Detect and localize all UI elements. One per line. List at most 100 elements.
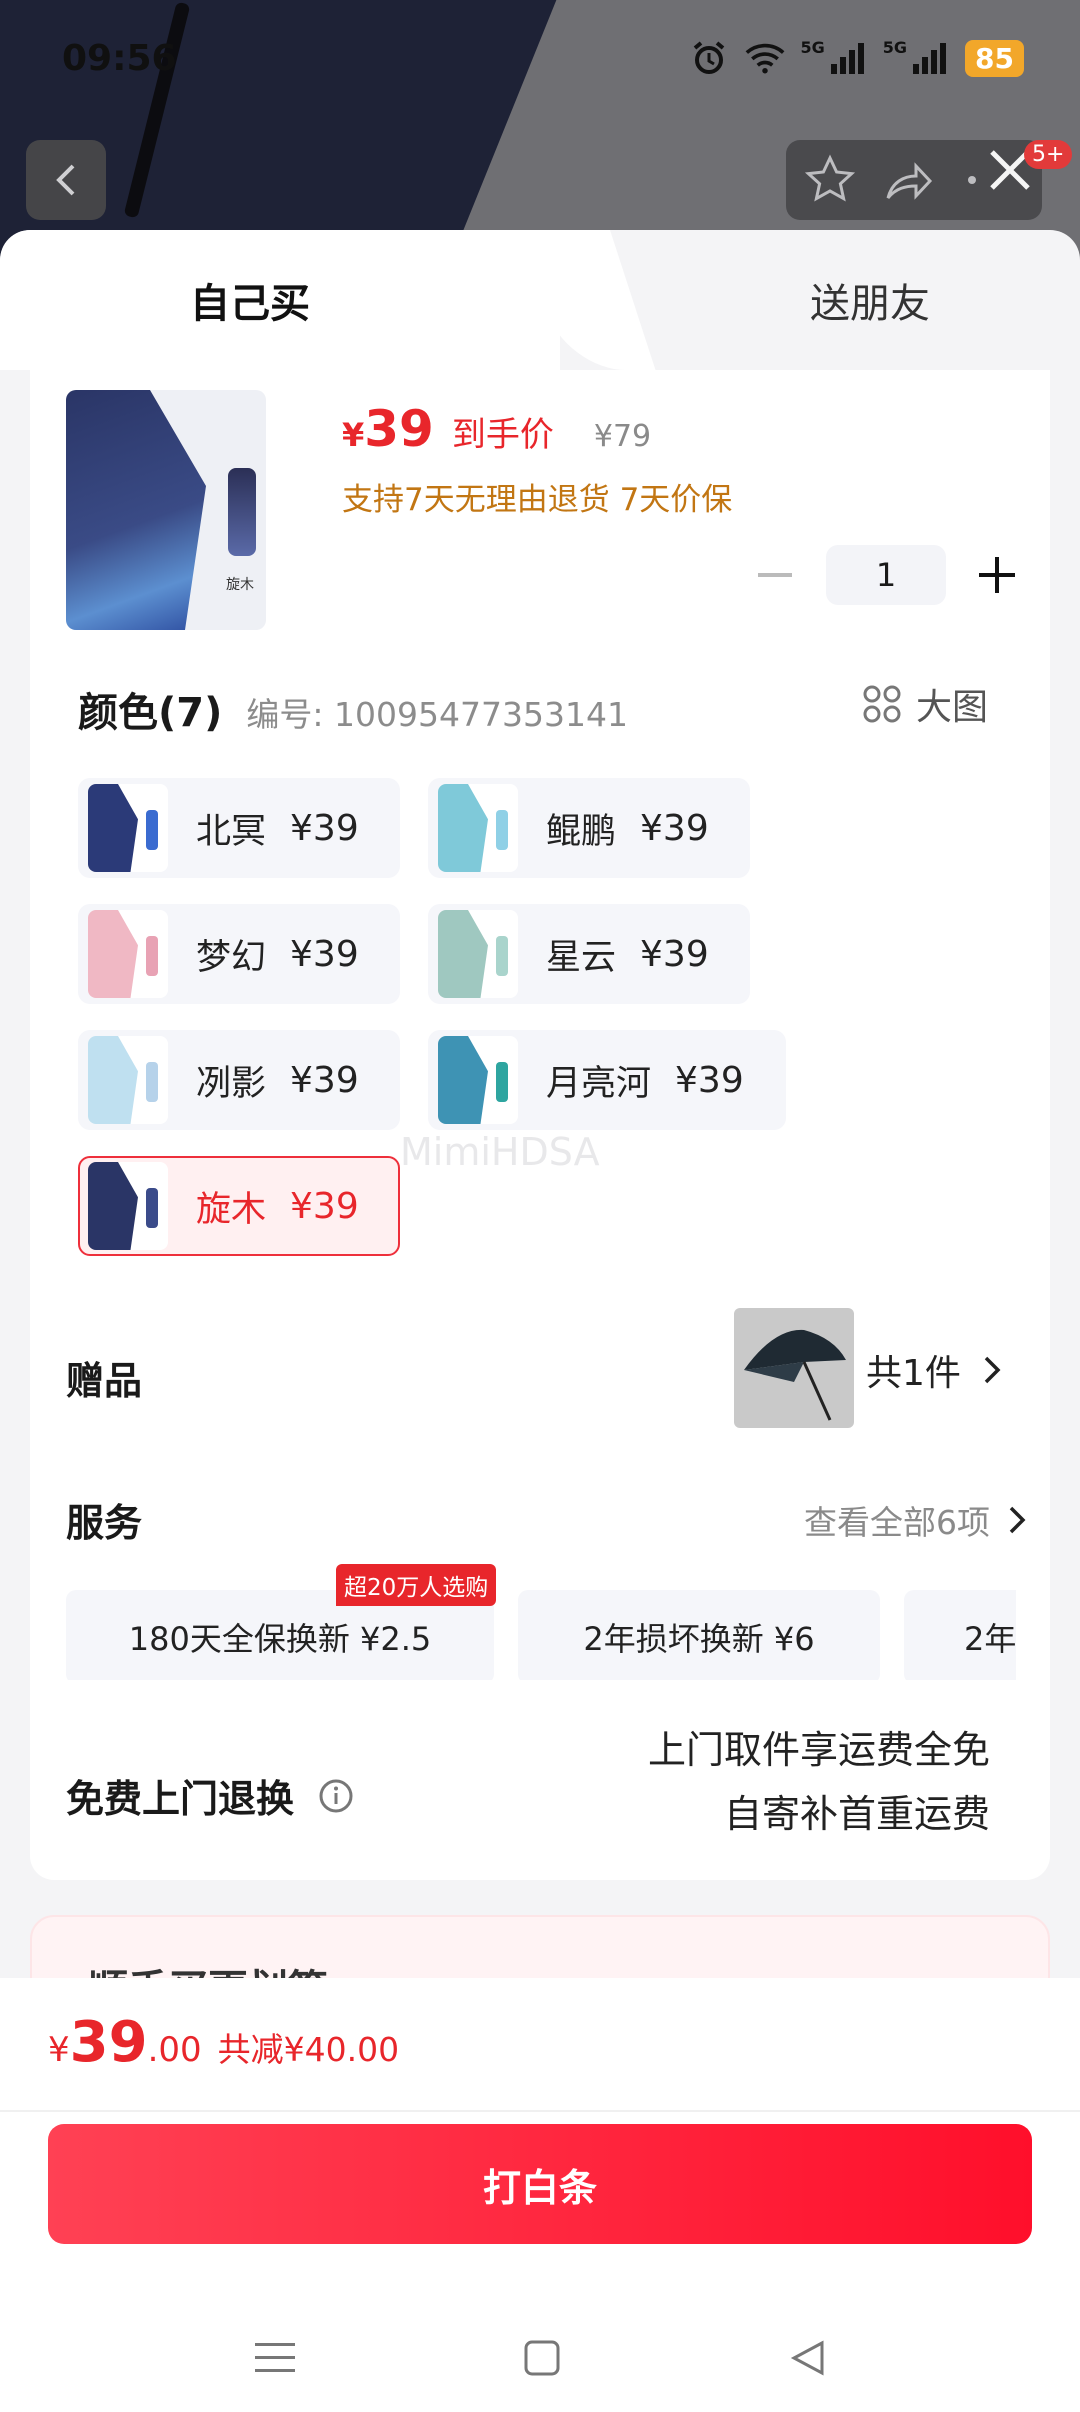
- color-option-label: 冽影: [196, 1063, 267, 1104]
- color-thumbnail: [438, 784, 518, 872]
- big-image-label: 大图: [916, 687, 989, 728]
- favorite-button[interactable]: [800, 150, 860, 210]
- status-time: 09:56: [62, 38, 177, 79]
- product-umbrella-closed: [228, 468, 256, 556]
- gift-title: 赠品: [66, 1359, 143, 1403]
- tab-buy-for-self[interactable]: 自己买: [0, 230, 560, 370]
- return-promise: 支持7天无理由退货 7天价保: [342, 482, 733, 518]
- system-navigation-bar: [0, 2308, 1080, 2408]
- color-option-yuelianghe[interactable]: 月亮河 ¥39: [428, 1030, 786, 1130]
- color-option-menghuan[interactable]: 梦幻 ¥39: [78, 904, 400, 1004]
- quantity-stepper: 1: [748, 545, 1024, 605]
- back-triangle-icon: [790, 2340, 824, 2376]
- color-thumbnail: [88, 1162, 168, 1250]
- color-option-xuanmu-selected[interactable]: 旋木 ¥39: [78, 1156, 400, 1256]
- free-return-title-group: 免费上门退换: [66, 1768, 354, 1823]
- color-option-label: 旋木: [196, 1189, 267, 1230]
- service-card-2year-partial[interactable]: 2年: [904, 1590, 1016, 1680]
- color-option-price: ¥39: [640, 807, 709, 849]
- color-section-title: 颜色(7): [78, 690, 223, 736]
- alarm-icon: [689, 38, 729, 78]
- promo-title: 顺手买更划算: [88, 1957, 328, 1980]
- color-option-price: ¥39: [290, 1185, 359, 1227]
- signal-icon-2: [909, 38, 949, 78]
- tab-gift-to-friend[interactable]: 送朋友: [560, 230, 1080, 370]
- product-image[interactable]: 旋木: [66, 390, 266, 630]
- share-button[interactable]: [878, 150, 938, 210]
- product-code: 编号: 10095477353141: [246, 695, 628, 734]
- share-icon: [886, 162, 933, 200]
- purchase-sheet: 自己买 送朋友 旋木 ¥39 到手价 ¥79 支持7天无理由退货 7天价保 1: [0, 230, 1080, 1980]
- status-bar-icons: 5G 5G 85: [689, 38, 1024, 78]
- color-option-lieying[interactable]: 冽影 ¥39: [78, 1030, 400, 1130]
- gift-row[interactable]: 赠品 共1件: [66, 1308, 1016, 1428]
- home-nav-button[interactable]: [512, 2328, 572, 2388]
- color-option-kunpeng[interactable]: 鲲鹏 ¥39: [428, 778, 750, 878]
- signal-label-1: 5G: [800, 38, 825, 57]
- total-saving: 共减¥40.00: [217, 2030, 400, 2069]
- back-nav-button[interactable]: [778, 2328, 838, 2388]
- signal-label-2: 5G: [882, 38, 908, 57]
- color-thumbnail: [88, 1036, 168, 1124]
- promo-card: 顺手买更划算: [30, 1915, 1050, 1980]
- color-option-price: ¥39: [290, 807, 359, 849]
- menu-icon: [255, 2343, 295, 2372]
- color-option-label: 鲲鹏: [546, 811, 617, 852]
- chevron-right-icon: [1009, 1506, 1026, 1534]
- service-card-2year-damage[interactable]: 2年损坏换新 ¥6: [518, 1590, 880, 1680]
- umbrella-gift-icon: [744, 1329, 846, 1421]
- view-all-services-link[interactable]: 查看全部6项: [804, 1496, 1026, 1544]
- info-icon[interactable]: [318, 1778, 354, 1814]
- service-popular-badge: 超20万人选购: [336, 1564, 497, 1606]
- color-thumbnail: [438, 910, 518, 998]
- increase-quantity-button[interactable]: [970, 548, 1024, 602]
- purchase-tabs: 自己买 送朋友: [0, 230, 1080, 370]
- tab-label: 送朋友: [810, 281, 930, 327]
- menu-nav-button[interactable]: [245, 2328, 305, 2388]
- color-option-label: 梦幻: [196, 937, 267, 978]
- price-line: ¥39 到手价 ¥79: [342, 400, 651, 458]
- product-umbrella-open: [66, 390, 206, 630]
- color-option-price: ¥39: [290, 933, 359, 975]
- free-return-info: 上门取件享运费全免 自寄补首重运费: [648, 1718, 990, 1846]
- original-price: ¥79: [593, 419, 652, 454]
- color-option-beiming[interactable]: 北冥 ¥39: [78, 778, 400, 878]
- star-icon: [804, 154, 856, 202]
- battery-level: 85: [965, 39, 1024, 77]
- color-option-price: ¥39: [640, 933, 709, 975]
- service-title: 服务: [66, 1501, 143, 1545]
- free-return-line-2: 自寄补首重运费: [723, 1792, 990, 1836]
- minus-icon: [758, 573, 792, 577]
- plus-icon: [979, 557, 1015, 593]
- color-thumbnail: [88, 910, 168, 998]
- pay-with-baitiao-button[interactable]: 打白条: [48, 2124, 1032, 2244]
- grid-icon: [863, 685, 901, 723]
- sku-card: 旋木 ¥39 到手价 ¥79 支持7天无理由退货 7天价保 1 颜色(7) 编号…: [30, 370, 1050, 1880]
- color-thumbnail: [438, 1036, 518, 1124]
- free-return-row: 免费上门退换 上门取件享运费全免 自寄补首重运费: [66, 1718, 1026, 1868]
- color-option-label: 月亮河: [546, 1063, 652, 1104]
- chevron-left-icon: [56, 164, 75, 196]
- decrease-quantity-button[interactable]: [748, 548, 802, 602]
- quantity-value[interactable]: 1: [826, 545, 946, 605]
- home-square-icon: [524, 2340, 560, 2376]
- tab-label: 自己买: [190, 281, 310, 327]
- final-price: ¥39: [342, 400, 434, 458]
- total-price: ¥ 39 .00 共减¥40.00: [48, 2010, 400, 2075]
- notification-badge: 5+: [1024, 140, 1073, 169]
- color-option-price: ¥39: [675, 1059, 744, 1101]
- big-image-button[interactable]: 大图: [862, 678, 988, 730]
- free-return-title: 免费上门退换: [66, 1777, 295, 1821]
- watermark-text: MimiHDSA: [400, 1130, 600, 1174]
- signal-icon: [827, 38, 867, 78]
- divider: [0, 2110, 1080, 2112]
- color-option-xingyun[interactable]: 星云 ¥39: [428, 904, 750, 1004]
- gift-count: 共1件: [866, 1344, 1001, 1396]
- color-option-label: 星云: [546, 937, 617, 978]
- wifi-icon: [745, 38, 785, 78]
- gift-image: [734, 1308, 854, 1428]
- checkout-bar: ¥ 39 .00 共减¥40.00 打白条: [0, 1978, 1080, 2412]
- service-card-list: 180天全保换新 ¥2.5 2年损坏换新 ¥6 2年: [66, 1580, 1016, 1680]
- back-button[interactable]: [26, 140, 106, 220]
- color-option-price: ¥39: [290, 1059, 359, 1101]
